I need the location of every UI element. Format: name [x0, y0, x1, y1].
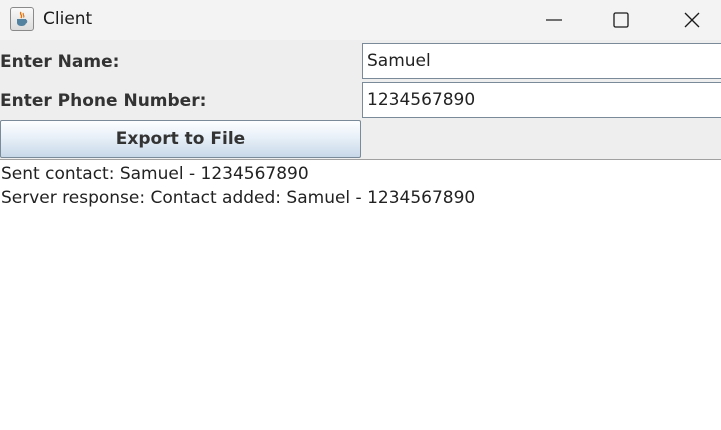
output-text-area[interactable]: Sent contact: Samuel - 1234567890 Server… [0, 161, 721, 430]
minimize-icon [546, 19, 562, 21]
phone-label: Enter Phone Number: [0, 91, 207, 111]
contact-form-panel: Enter Name: Enter Phone Number: Export t… [0, 40, 721, 160]
window-title: Client [43, 9, 93, 29]
close-icon [684, 12, 700, 28]
name-label: Enter Name: [0, 52, 120, 72]
client-window: Client Enter Name: Enter Phone Number: E… [0, 0, 721, 430]
java-coffee-icon [10, 7, 34, 31]
phone-field[interactable] [362, 82, 721, 118]
log-line: Sent contact: Samuel - 1234567890 [1, 164, 309, 184]
name-field[interactable] [362, 43, 721, 79]
maximize-icon [613, 12, 629, 28]
log-line: Server response: Contact added: Samuel -… [1, 188, 476, 208]
minimize-button[interactable] [531, 0, 577, 40]
close-button[interactable] [669, 0, 715, 40]
panel-divider [0, 159, 721, 160]
title-bar[interactable]: Client [0, 0, 721, 40]
maximize-button[interactable] [598, 0, 644, 40]
export-to-file-button[interactable]: Export to File [0, 120, 361, 158]
